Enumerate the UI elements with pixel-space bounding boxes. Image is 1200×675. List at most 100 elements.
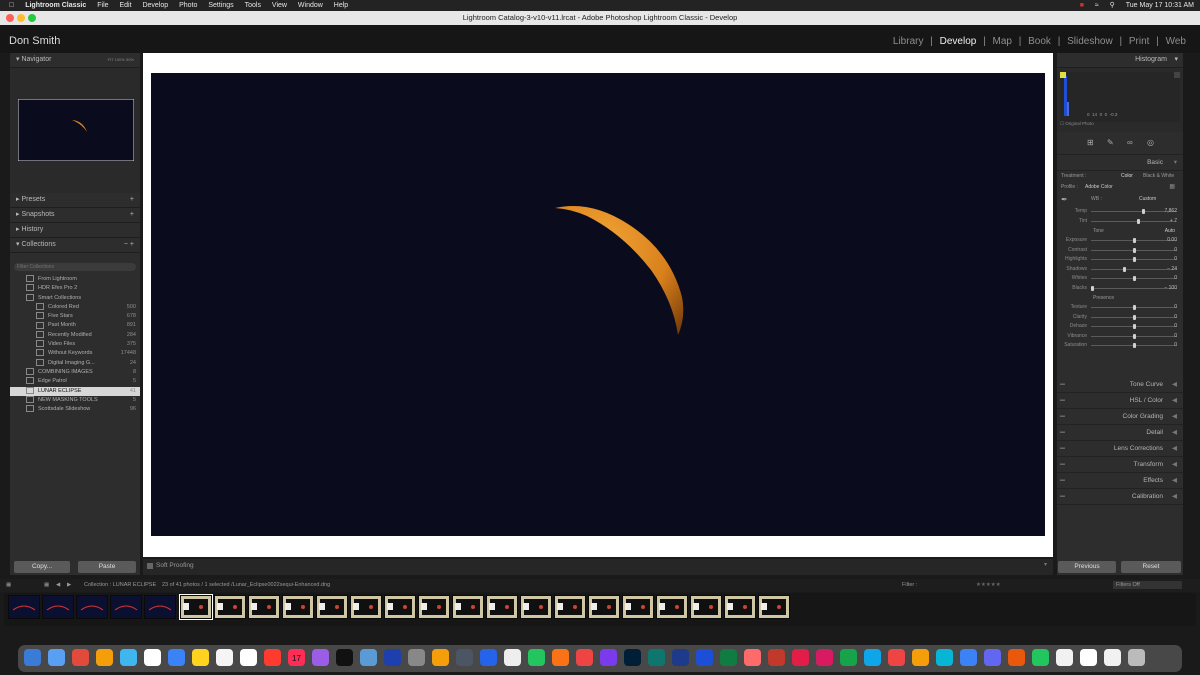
section-toggle-icon[interactable]: ▬ xyxy=(1060,457,1065,472)
section-toggle-icon[interactable]: ▬ xyxy=(1060,425,1065,440)
collection-item[interactable]: HDR Efex Pro 2 xyxy=(10,284,140,293)
grid-icon[interactable]: ▦ xyxy=(44,579,49,592)
dock-app-icon[interactable] xyxy=(744,649,761,666)
slider-knob[interactable] xyxy=(1132,238,1136,243)
menu-help[interactable]: Help xyxy=(334,0,348,11)
filmstrip-thumbnail[interactable] xyxy=(690,595,722,619)
dock-app-icon[interactable] xyxy=(696,649,713,666)
histogram-chart[interactable] xyxy=(1060,72,1180,122)
section-toggle-icon[interactable]: ▬ xyxy=(1060,441,1065,456)
dock-app-icon[interactable] xyxy=(432,649,449,666)
filmstrip-thumbnail[interactable] xyxy=(110,595,142,619)
zoom-50[interactable]: 50% xyxy=(126,57,134,62)
filmstrip-thumbnail[interactable] xyxy=(758,595,790,619)
collection-item[interactable]: Colored Red 500 xyxy=(10,302,140,312)
slider-value[interactable]: 0 xyxy=(1174,332,1177,342)
dock-app-icon[interactable] xyxy=(1080,649,1097,666)
section-detail[interactable]: ▬ Detail ◀ xyxy=(1057,425,1183,441)
dock-app-icon[interactable] xyxy=(480,649,497,666)
dock-app-icon[interactable] xyxy=(48,649,65,666)
collection-item[interactable]: LUNAR ECLIPSE 41 xyxy=(10,386,140,396)
rating-filter-stars[interactable]: ★★★★★ xyxy=(976,579,1001,592)
slider-track[interactable] xyxy=(1091,305,1177,310)
slider-knob[interactable] xyxy=(1132,343,1136,348)
status-icon-red[interactable]: ■ xyxy=(1080,0,1084,11)
menu-app[interactable]: Lightroom Classic xyxy=(25,0,86,11)
slider-track[interactable] xyxy=(1091,276,1177,281)
zoom-window-button[interactable] xyxy=(28,14,36,22)
section-toggle-icon[interactable]: ▬ xyxy=(1060,377,1065,392)
navigator-preview[interactable] xyxy=(18,99,134,161)
treatment-color-toggle[interactable]: Color xyxy=(1121,173,1133,179)
slider-track[interactable] xyxy=(1091,324,1177,329)
close-window-button[interactable] xyxy=(6,14,14,22)
section-hsl-color[interactable]: ▬ HSL / Color ◀ xyxy=(1057,393,1183,409)
filmstrip-thumbnail[interactable] xyxy=(384,595,416,619)
section-expand-icon[interactable]: ◀ xyxy=(1172,473,1177,488)
section-toggle-icon[interactable]: ▬ xyxy=(1060,473,1065,488)
module-web[interactable]: Web xyxy=(1166,36,1186,47)
collection-item[interactable]: Video Files 375 xyxy=(10,340,140,349)
section-calibration[interactable]: ▬ Calibration ◀ xyxy=(1057,489,1183,505)
history-header[interactable]: ▸ History xyxy=(10,223,140,238)
histogram-header[interactable]: Histogram ▾ xyxy=(1057,53,1183,68)
section-expand-icon[interactable]: ◀ xyxy=(1172,393,1177,408)
menu-tools[interactable]: Tools xyxy=(245,0,261,11)
toolbar-menu-icon[interactable]: ▾ xyxy=(1044,561,1047,568)
dock-app-icon[interactable] xyxy=(216,649,233,666)
collection-item[interactable]: Without Keywords 17448 xyxy=(10,349,140,358)
slider-whites[interactable]: Whites 0 xyxy=(1057,274,1183,284)
masking-tool-icon[interactable]: ◎ xyxy=(1147,138,1154,147)
slider-highlights[interactable]: Highlights 0 xyxy=(1057,255,1183,265)
section-expand-icon[interactable]: ◀ xyxy=(1172,441,1177,456)
crop-tool-icon[interactable]: ⊞ xyxy=(1087,138,1094,147)
dock-app-icon[interactable] xyxy=(1128,649,1145,666)
slider-value[interactable]: 0 xyxy=(1174,303,1177,313)
filmstrip-source[interactable]: Collection : LUNAR ECLIPSE xyxy=(84,579,156,592)
wifi-icon[interactable]: ≈ xyxy=(1095,0,1099,11)
filters-select[interactable]: Filters Off xyxy=(1113,581,1182,589)
grid-view-icon[interactable]: ▦ xyxy=(6,579,11,592)
section-transform[interactable]: ▬ Transform ◀ xyxy=(1057,457,1183,473)
filmstrip-thumbnail[interactable] xyxy=(144,595,176,619)
module-slideshow[interactable]: Slideshow xyxy=(1067,36,1113,47)
filmstrip-thumbnail[interactable] xyxy=(656,595,688,619)
collection-item[interactable]: Digital Imaging G... 24 xyxy=(10,358,140,368)
slider-value[interactable]: 0 xyxy=(1174,255,1177,265)
treatment-bw-toggle[interactable]: Black & White xyxy=(1143,173,1174,179)
slider-value[interactable]: − 24 xyxy=(1167,265,1177,275)
filmstrip-thumbnail[interactable] xyxy=(282,595,314,619)
section-color-grading[interactable]: ▬ Color Grading ◀ xyxy=(1057,409,1183,425)
slider-exposure[interactable]: Exposure 0.00 xyxy=(1057,236,1183,246)
dock-app-icon[interactable] xyxy=(648,649,665,666)
filmstrip-thumbnail[interactable] xyxy=(724,595,756,619)
slider-contrast[interactable]: Contrast 0 xyxy=(1057,246,1183,256)
filmstrip-thumbnail[interactable] xyxy=(622,595,654,619)
slider-knob[interactable] xyxy=(1142,209,1146,214)
navigator-header[interactable]: ▾ Navigator FIT 100% 50% xyxy=(10,53,140,68)
dock-app-icon[interactable] xyxy=(504,649,521,666)
dock-app-icon[interactable] xyxy=(312,649,329,666)
section-tone-curve[interactable]: ▬ Tone Curve ◀ xyxy=(1057,377,1183,393)
dock-app-icon[interactable] xyxy=(360,649,377,666)
dock-app-icon[interactable] xyxy=(384,649,401,666)
wb-select[interactable]: Custom xyxy=(1139,196,1156,202)
collection-item[interactable]: Past Month 891 xyxy=(10,321,140,330)
slider-value[interactable]: 0 xyxy=(1174,322,1177,332)
slider-knob[interactable] xyxy=(1132,247,1136,253)
slider-blacks[interactable]: Blacks − 100 xyxy=(1057,284,1183,294)
slider-track[interactable] xyxy=(1091,266,1177,272)
dock-app-icon[interactable] xyxy=(96,649,113,666)
section-effects[interactable]: ▬ Effects ◀ xyxy=(1057,473,1183,489)
back-arrow-icon[interactable]: ◀ xyxy=(56,579,60,592)
slider-knob[interactable] xyxy=(1132,324,1136,329)
filmstrip-thumbnail[interactable] xyxy=(350,595,382,619)
slider-value[interactable]: 0 xyxy=(1174,246,1177,256)
dock-app-icon[interactable] xyxy=(72,649,89,666)
dock-app-icon[interactable] xyxy=(168,649,185,666)
dock-app-icon[interactable] xyxy=(672,649,689,666)
slider-track[interactable] xyxy=(1091,343,1177,348)
section-toggle-icon[interactable]: ▬ xyxy=(1060,393,1065,408)
filmstrip-thumbnail[interactable] xyxy=(8,595,40,619)
paste-button[interactable]: Paste xyxy=(78,561,136,573)
